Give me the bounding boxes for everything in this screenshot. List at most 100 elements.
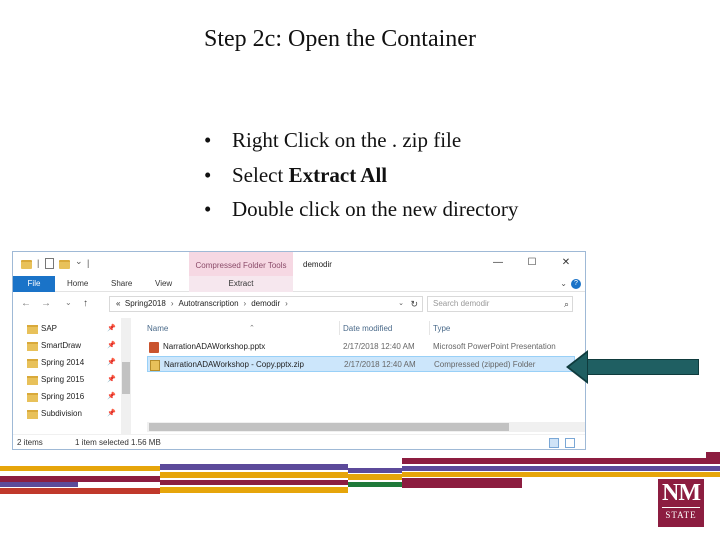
slide-title: Step 2c: Open the Container [204, 26, 476, 52]
address-bar[interactable]: « Spring2018 › Autotranscription › demodir › … [109, 296, 423, 312]
tab-file[interactable]: File [13, 276, 55, 292]
bullet-item: • Select Extract All [204, 162, 388, 187]
pointer-arrow-head [569, 353, 587, 381]
band-stripe [402, 458, 720, 464]
column-header-name[interactable]: Name ⌃ [147, 324, 255, 333]
sidebar-item-sap[interactable]: SAP 📌 [27, 322, 116, 336]
folder-icon [27, 359, 38, 368]
breadcrumb-separator-icon[interactable]: › [166, 299, 179, 308]
breadcrumb-separator-icon[interactable]: › [280, 299, 293, 308]
band-stripe [0, 488, 160, 494]
back-arrow-icon[interactable]: ← [21, 298, 31, 309]
band-stripe [706, 452, 720, 460]
collapse-ribbon-icon[interactable]: ⌄ [560, 279, 567, 288]
search-input[interactable]: Search demodir ⌕ [427, 296, 573, 312]
navigation-pane: SAP 📌 SmartDraw 📌 Spring 2014 📌 Spring 2015… [13, 316, 133, 434]
address-dropdown-icon[interactable]: ⌄ [398, 297, 404, 311]
folder-icon [27, 325, 38, 334]
file-list-scrollbar[interactable] [147, 422, 585, 432]
band-stripe [348, 482, 402, 487]
band-stripe [348, 468, 402, 473]
selection-count: 1 item selected [75, 438, 129, 447]
tab-view[interactable]: View [155, 276, 172, 292]
maximize-button[interactable]: ☐ [525, 257, 539, 269]
pin-icon[interactable]: 📌 [107, 356, 116, 370]
bullet-item: • Right Click on the . zip file [204, 128, 462, 152]
window-title: demodir [303, 260, 332, 269]
tab-share[interactable]: Share [111, 276, 132, 292]
properties-icon[interactable] [45, 258, 54, 269]
band-stripe [0, 466, 160, 471]
sidebar-item-subdivision[interactable]: Subdivision 📌 [27, 407, 116, 421]
nmsu-logo: NM STATE [658, 479, 704, 527]
sort-caret-icon: ⌃ [249, 325, 255, 332]
folder-icon [27, 342, 38, 351]
pin-icon[interactable]: 📌 [107, 339, 116, 353]
column-header-date-modified[interactable]: Date modified [343, 324, 392, 333]
band-stripe [160, 480, 348, 485]
band-stripe [402, 466, 720, 471]
address-row: ← → ⌄ ↑ « Spring2018 › Autotranscription › d… [13, 292, 585, 316]
column-header-type[interactable]: Type [433, 324, 450, 333]
breadcrumb-separator-icon[interactable]: › [239, 299, 252, 308]
status-bar: 2 items 1 item selected 1.56 MB [13, 434, 585, 449]
divider-icon: | [37, 258, 40, 268]
folder-icon [27, 410, 38, 419]
minimize-button[interactable]: — [491, 257, 505, 269]
pin-icon[interactable]: 📌 [107, 390, 116, 404]
new-folder-icon[interactable] [59, 260, 70, 269]
breadcrumb-spring2018[interactable]: Spring2018 [125, 299, 166, 308]
up-arrow-icon[interactable]: ↑ [83, 298, 88, 309]
scrollbar-thumb[interactable] [122, 362, 130, 394]
band-stripe [348, 474, 402, 480]
folder-icon [27, 393, 38, 402]
breadcrumb-autotranscription[interactable]: Autotranscription [179, 299, 239, 308]
details-view-icon[interactable] [549, 438, 559, 448]
title-bar: | ⌄ | Compressed Folder Tools demodir — … [13, 252, 585, 276]
selection-size: 1.56 MB [131, 438, 161, 447]
folder-icon [21, 260, 32, 269]
file-row[interactable]: NarrationADAWorkshop.pptx 2/17/2018 12:4… [147, 339, 575, 355]
quick-access-dropdown-icon[interactable]: ⌄ [75, 256, 83, 268]
compressed-folder-tools-tab[interactable]: Compressed Folder Tools [189, 252, 293, 276]
tab-home[interactable]: Home [67, 276, 88, 292]
sidebar-item-smartdraw[interactable]: SmartDraw 📌 [27, 339, 116, 353]
forward-arrow-icon[interactable]: → [41, 298, 51, 309]
tab-extract[interactable]: Extract [189, 276, 293, 292]
file-explorer-window: | ⌄ | Compressed Folder Tools demodir — … [12, 251, 586, 450]
refresh-icon[interactable]: ↻ [410, 297, 418, 311]
band-stripe [402, 478, 522, 488]
sidebar-item-spring-2014[interactable]: Spring 2014 📌 [27, 356, 116, 370]
pin-icon[interactable]: 📌 [107, 407, 116, 421]
pin-icon[interactable]: 📌 [107, 322, 116, 336]
zip-icon [150, 360, 160, 371]
search-icon[interactable]: ⌕ [564, 297, 569, 311]
recent-locations-icon[interactable]: ⌄ [65, 298, 72, 307]
help-icon[interactable]: ? [571, 279, 581, 289]
bullet-item: • Double click on the new directory [204, 197, 519, 221]
navigation-scrollbar[interactable] [121, 318, 131, 434]
sidebar-item-spring-2015[interactable]: Spring 2015 📌 [27, 373, 116, 387]
folder-icon [27, 376, 38, 385]
pptx-icon [149, 342, 159, 353]
band-stripe [402, 472, 720, 477]
scrollbar-thumb[interactable] [149, 423, 509, 431]
large-icons-view-icon[interactable] [565, 438, 575, 448]
item-count: 2 items [17, 438, 43, 447]
ribbon-tabs: File Home Share View Extract ⌄ ? [13, 276, 585, 292]
divider-icon: | [87, 258, 90, 268]
breadcrumb-demodir[interactable]: demodir [251, 299, 280, 308]
column-divider[interactable] [339, 321, 340, 335]
pointer-arrow [585, 359, 699, 375]
sidebar-item-spring-2016[interactable]: Spring 2016 📌 [27, 390, 116, 404]
pin-icon[interactable]: 📌 [107, 373, 116, 387]
file-list: Name ⌃ Date modified Type NarrationADAWor… [135, 316, 585, 434]
bullet-list: • Right Click on the . zip file • Select E… [204, 126, 518, 230]
search-placeholder: Search demodir [433, 299, 490, 308]
close-button[interactable]: ✕ [559, 257, 573, 269]
column-divider[interactable] [429, 321, 430, 335]
band-stripe [160, 464, 348, 470]
band-stripe [0, 482, 78, 487]
file-row-selected[interactable]: NarrationADAWorkshop - Copy.pptx.zip 2/1… [147, 356, 575, 372]
overflow-chevron-icon[interactable]: « [116, 299, 120, 308]
